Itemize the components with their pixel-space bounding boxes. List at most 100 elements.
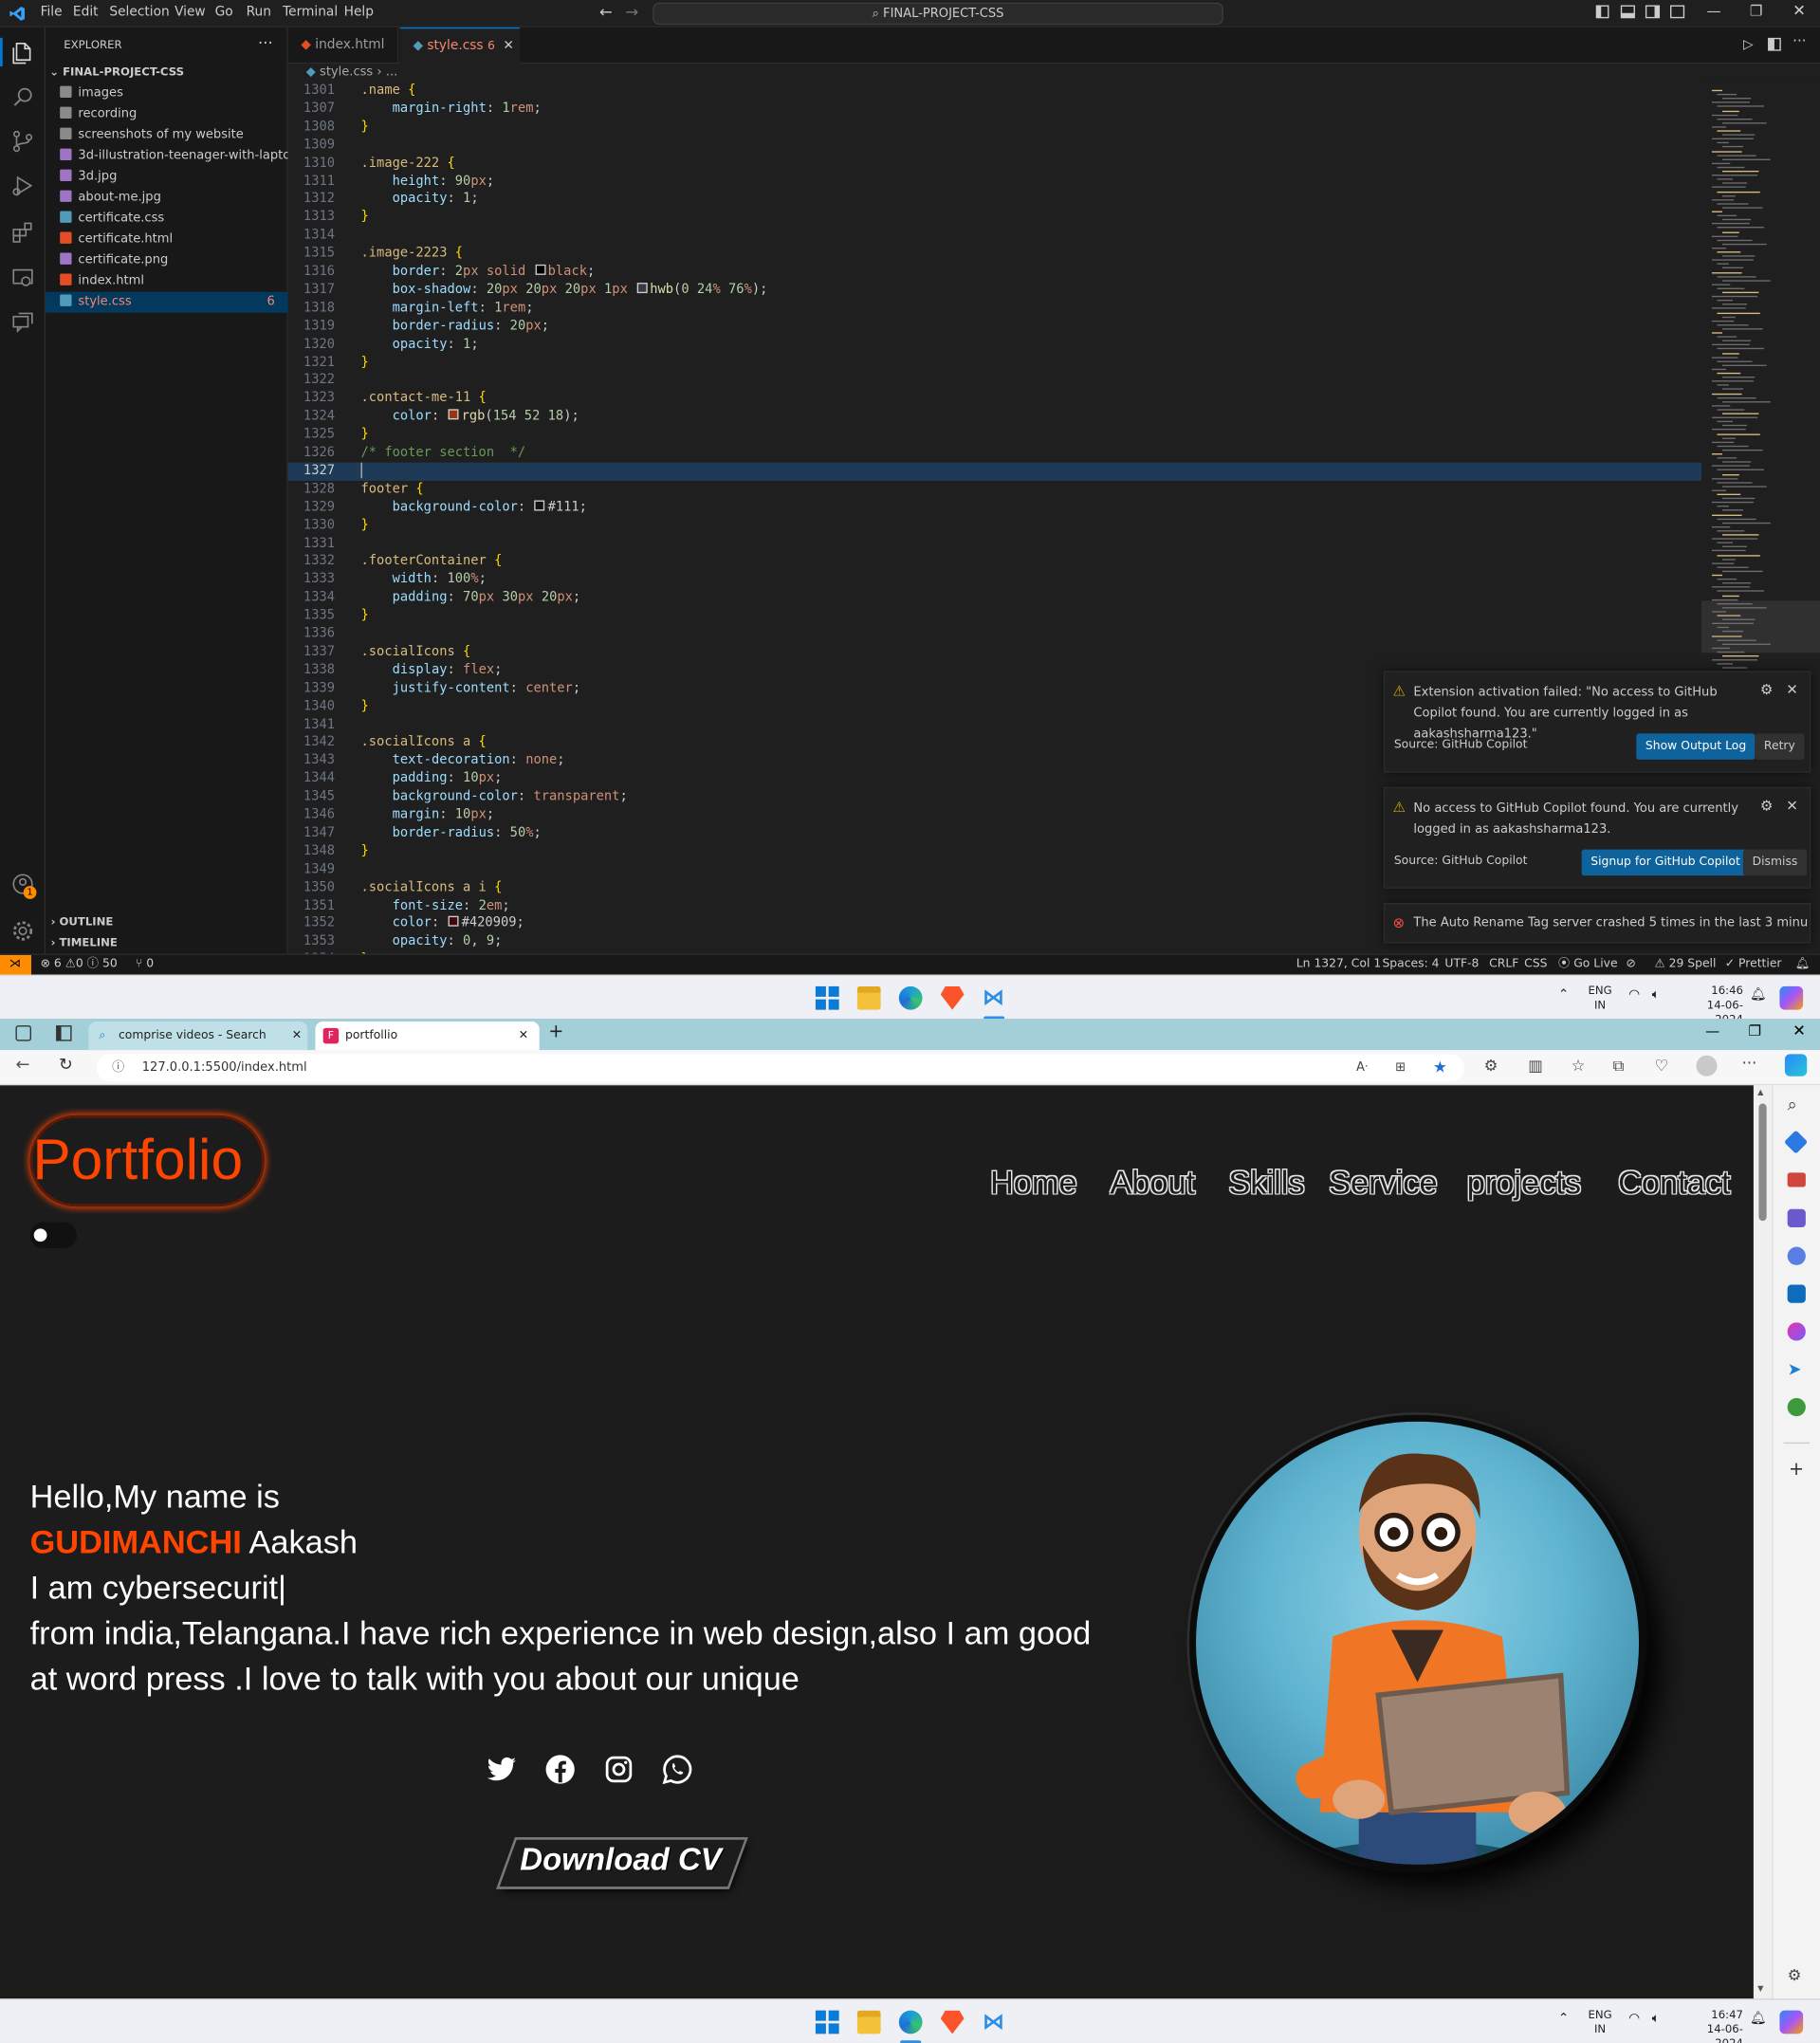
minimize-icon[interactable]: —	[1705, 1022, 1719, 1040]
copilot-icon[interactable]	[1779, 985, 1804, 1010]
split-editor-icon[interactable]	[1768, 37, 1781, 51]
file-tree-item[interactable]: certificate.png	[46, 250, 288, 271]
back-icon[interactable]: ←	[15, 1056, 29, 1076]
brave-browser-icon[interactable]	[940, 2010, 965, 2034]
explorer-root-folder[interactable]: ⌄ FINAL-PROJECT-CSS	[46, 63, 288, 83]
search-icon[interactable]	[10, 84, 35, 109]
send-icon[interactable]: ➤	[1788, 1360, 1802, 1380]
restore-icon[interactable]: ❐	[1748, 1022, 1761, 1040]
code-line[interactable]: 1312 opacity: 1;	[288, 191, 1701, 209]
extensions-icon[interactable]: ⚙	[1484, 1057, 1498, 1075]
more-menu-icon[interactable]: ···	[1742, 1054, 1757, 1072]
code-line[interactable]: 1333 width: 100%;	[288, 571, 1701, 589]
url-input[interactable]: ⓘ 127.0.0.1:5500/index.html Aᐧ ⊞ ★	[96, 1054, 1464, 1082]
notification-auto-rename-crash[interactable]: ⊗ The Auto Rename Tag server crashed 5 t…	[1383, 902, 1811, 944]
code-line[interactable]: 1326 /* footer section */	[288, 444, 1701, 462]
tab-index-html[interactable]: ◆ index.html	[288, 27, 399, 64]
current-code-line[interactable]: 1327	[287, 462, 1701, 481]
file-tree-item[interactable]: style.css 6	[46, 291, 288, 313]
toggle-panel-icon[interactable]	[1620, 5, 1635, 19]
code-line[interactable]: 1316 border: 2px solid black;	[288, 263, 1701, 281]
notification-bell-icon[interactable]: 🔔︎	[1750, 987, 1766, 1002]
close-tab-icon[interactable]: ✕	[292, 1022, 302, 1050]
file-tree-item[interactable]: index.html	[46, 271, 288, 292]
minimize-icon[interactable]: —	[1706, 3, 1720, 20]
back-arrow-icon[interactable]: ←	[599, 3, 613, 21]
download-cv-button[interactable]	[499, 1839, 745, 1887]
encoding[interactable]: UTF-8	[1444, 955, 1479, 975]
close-icon[interactable]: ✕	[1786, 798, 1798, 815]
code-line[interactable]: 1325}	[288, 426, 1701, 444]
wifi-icon[interactable]: ◠	[1628, 987, 1640, 1002]
show-output-log-button[interactable]: Show Output Log	[1636, 733, 1756, 760]
run-debug-icon[interactable]	[10, 174, 35, 198]
code-line[interactable]: 1318 margin-left: 1rem;	[288, 300, 1701, 318]
sidebar-settings-icon[interactable]: ⚙	[1788, 1966, 1802, 1984]
source-control-icon[interactable]	[10, 129, 35, 154]
tray-chevron-up-icon[interactable]: ⌃	[1558, 987, 1570, 1002]
menu-file[interactable]: File	[41, 5, 63, 19]
code-line[interactable]: 1335}	[288, 607, 1701, 625]
scroll-thumb[interactable]	[1758, 1103, 1767, 1222]
tree-icon[interactable]	[1787, 1398, 1806, 1417]
browser-tab-portfolio[interactable]: F portfollio ✕	[315, 1021, 540, 1051]
outline-section[interactable]: › OUTLINE	[46, 912, 288, 933]
file-tree-item[interactable]: about-me.jpg	[46, 188, 288, 209]
file-tree-item[interactable]: images	[46, 83, 288, 104]
browser-tab-search[interactable]: ⌕ comprise videos - Search ✕	[88, 1021, 308, 1051]
language-mode[interactable]: CSS	[1524, 955, 1547, 975]
twitter-icon[interactable]	[486, 1754, 517, 1785]
file-explorer-icon[interactable]	[856, 2010, 881, 2034]
code-line[interactable]: 1328 footer {	[288, 481, 1701, 499]
timeline-section[interactable]: › TIMELINE	[46, 933, 288, 954]
code-line[interactable]: 1321}	[288, 354, 1701, 372]
toggle-primary-sidebar-icon[interactable]	[1595, 5, 1609, 19]
scroll-up-icon[interactable]: ▲	[1757, 1088, 1763, 1097]
designer-icon[interactable]	[1787, 1322, 1806, 1341]
menu-help[interactable]: Help	[344, 5, 374, 19]
clock[interactable]: 16:4714-06-2024	[1681, 2009, 1743, 2043]
code-line[interactable]: 1337 .socialIcons {	[288, 643, 1701, 661]
workspaces-icon[interactable]	[15, 1025, 31, 1041]
chat-icon[interactable]	[10, 311, 35, 336]
scroll-down-icon[interactable]: ▼	[1757, 1984, 1763, 1994]
code-line[interactable]: 1329 background-color: #111;	[288, 499, 1701, 517]
code-line[interactable]: 1314	[288, 227, 1701, 245]
volume-icon[interactable]: 🔈︎	[1652, 987, 1660, 1002]
code-line[interactable]: 1336	[288, 625, 1701, 643]
whatsapp-icon[interactable]	[662, 1754, 693, 1785]
nav-contact[interactable]: Contact	[1618, 1165, 1730, 1203]
theme-toggle[interactable]	[29, 1222, 78, 1249]
search-icon[interactable]: ⌕	[1788, 1095, 1797, 1115]
code-line[interactable]: 1308}	[288, 119, 1701, 137]
copilot-icon[interactable]	[1779, 2010, 1804, 2034]
brave-browser-icon[interactable]	[940, 985, 965, 1010]
vscode-taskbar-icon[interactable]: ⋈	[983, 2011, 1006, 2034]
code-line[interactable]: 1311 height: 90px;	[288, 173, 1701, 191]
customize-layout-icon[interactable]	[1670, 5, 1685, 19]
menu-selection[interactable]: Selection	[109, 5, 169, 19]
more-actions-icon[interactable]: ···	[258, 34, 273, 52]
code-line[interactable]: 1331	[288, 535, 1701, 553]
cursor-position[interactable]: Ln 1327, Col 1	[1296, 955, 1381, 975]
copilot-sidebar-icon[interactable]	[1784, 1054, 1808, 1077]
language-indicator[interactable]: ENG IN	[1588, 985, 1611, 1014]
code-line[interactable]: 1313}	[288, 209, 1701, 227]
gear-icon[interactable]: ⚙	[1760, 798, 1774, 815]
minimap-viewport[interactable]	[1701, 600, 1820, 653]
code-line[interactable]: 1319 border-radius: 20px;	[288, 318, 1701, 336]
add-icon[interactable]: +	[1789, 1460, 1804, 1481]
file-tree-item[interactable]: screenshots of my website	[46, 125, 288, 146]
outlook-icon[interactable]	[1787, 1284, 1806, 1303]
nav-home[interactable]: Home	[990, 1165, 1077, 1203]
instagram-icon[interactable]	[603, 1754, 634, 1785]
file-tree-item[interactable]: certificate.css	[46, 209, 288, 230]
nav-service[interactable]: Service	[1329, 1165, 1438, 1203]
code-line[interactable]: 1324 color: rgb(154 52 18);	[288, 408, 1701, 426]
close-tab-icon[interactable]: ✕	[519, 1022, 528, 1050]
vertical-tabs-icon[interactable]	[56, 1025, 72, 1041]
collections-icon[interactable]: ⧉	[1613, 1057, 1625, 1077]
file-tree-item[interactable]: certificate.html	[46, 230, 288, 250]
forward-arrow-icon[interactable]: →	[625, 3, 638, 21]
nav-projects[interactable]: projects	[1467, 1165, 1581, 1203]
